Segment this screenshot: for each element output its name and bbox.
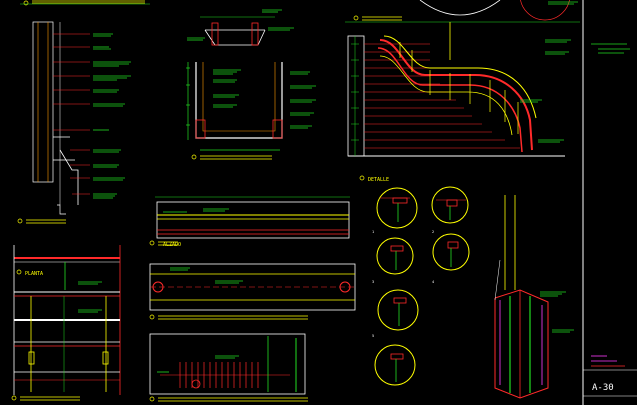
railing-elevation-view	[149, 196, 350, 246]
view-label-alzado: ALZADO	[163, 242, 181, 248]
view-title-railing-plan	[149, 314, 308, 320]
detail-label-2: 2	[432, 230, 434, 234]
balusters	[399, 42, 519, 134]
railing-plan-view	[149, 263, 356, 320]
detail-circle-5	[377, 289, 419, 331]
detail-circle-3	[376, 237, 414, 275]
stair-section-view	[17, 0, 150, 224]
cad-drawing-canvas[interactable]: A-30 PLANTA DETALLE 1 2 3 4 5 ALZADO	[0, 0, 637, 405]
railing-plan-lower-view	[149, 333, 308, 402]
section-annotations	[93, 33, 131, 199]
plan-detail-top	[187, 9, 294, 46]
plan-corner-annotations	[213, 69, 316, 129]
left-plan-elevation-view: PLANTA	[11, 245, 121, 401]
isometric-post-detail	[494, 195, 574, 399]
view-label-planta: PLANTA	[25, 271, 43, 277]
title-block-note-1	[591, 43, 630, 54]
stair-annotations	[520, 39, 571, 143]
detail-label-3: 3	[372, 280, 374, 284]
detail-circle-1	[376, 187, 418, 229]
section-leader-lines	[53, 33, 90, 195]
view-title-left-elevation	[11, 395, 80, 401]
view-title-section-top	[23, 0, 145, 6]
title-block-note-2	[591, 355, 617, 362]
view-title-detalle	[359, 175, 365, 181]
detail-label-1: 1	[372, 230, 374, 234]
stair-elevation-view	[345, 0, 580, 157]
detail-circle-6	[374, 344, 416, 386]
detail-callouts: DETALLE 1 2 3 4 5	[359, 175, 470, 386]
detail-label-4: 4	[432, 280, 434, 284]
title-block: A-30	[582, 0, 637, 405]
stair-treads	[364, 43, 520, 149]
view-title-stair-elevation	[353, 15, 402, 21]
detail-label-5: 5	[372, 334, 374, 338]
sheet-number: A-30	[592, 383, 614, 393]
view-title-section	[17, 218, 66, 224]
view-label-detalle: DETALLE	[368, 177, 389, 183]
plan-corner-detail	[186, 62, 316, 160]
view-title-railing-plan-lower	[149, 396, 308, 402]
stair-dimension-ticks	[351, 36, 359, 156]
view-title-planta-left	[16, 269, 22, 275]
view-title-plan-corner	[191, 154, 272, 160]
